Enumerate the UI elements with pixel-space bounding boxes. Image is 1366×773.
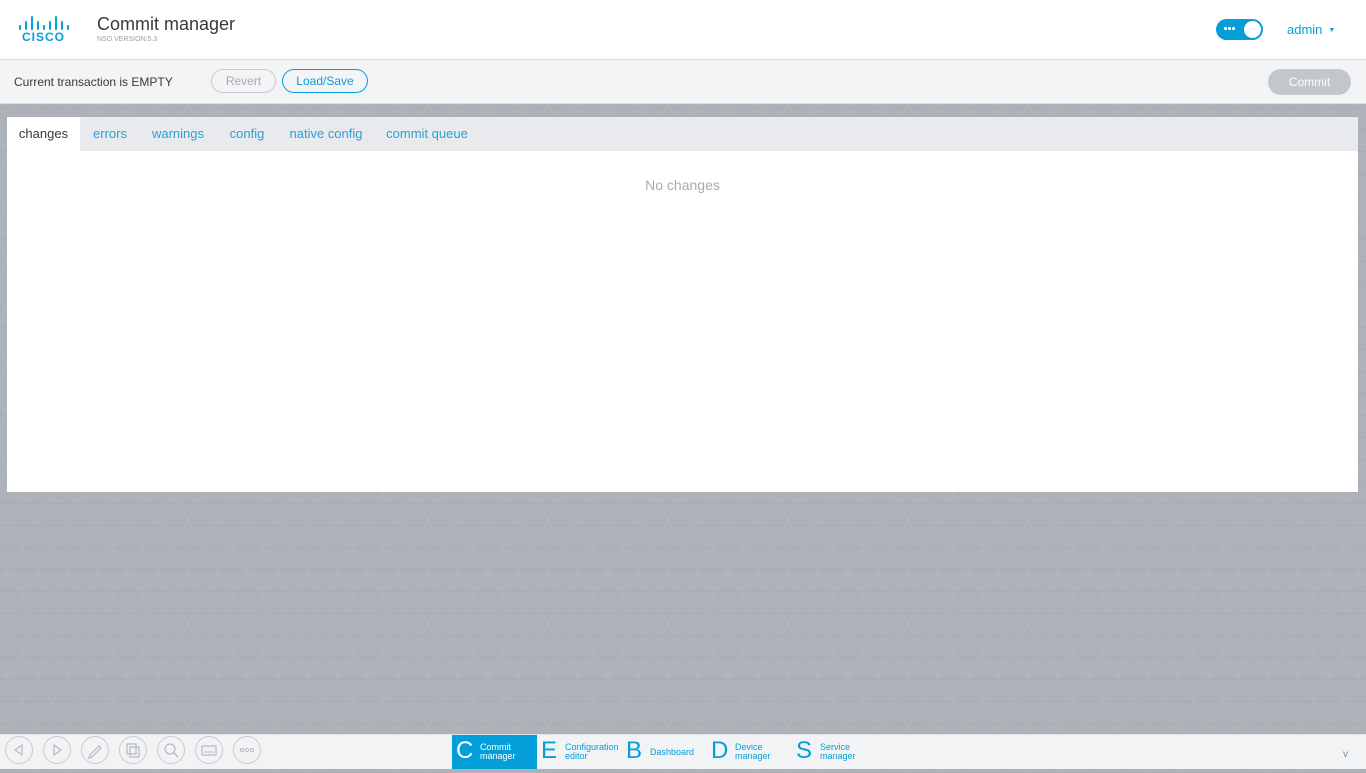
revert-button[interactable]: Revert (211, 69, 276, 93)
app-tab-service-manager[interactable]: S Service manager (792, 735, 878, 769)
bottom-bar: C Commit manager E Configuration editor B … (0, 734, 1366, 769)
toggle-knob (1244, 21, 1261, 38)
cisco-logo-text: CISCO (22, 30, 66, 44)
more-icon[interactable] (233, 736, 261, 764)
tab-changes[interactable]: changes (7, 117, 80, 151)
version-label: NSO VERSION:5.3 (97, 36, 158, 43)
app-letter: C (456, 737, 474, 764)
dots-icon (1224, 27, 1238, 31)
cisco-logo-bars (19, 14, 73, 30)
user-menu[interactable]: admin ▼ (1287, 22, 1335, 37)
app-label: Device manager (735, 742, 771, 761)
tab-config[interactable]: config (223, 117, 271, 151)
tab-warnings[interactable]: warnings (147, 117, 209, 151)
tab-bar: changes errors warnings config native co… (7, 117, 1358, 151)
app-letter: E (541, 737, 558, 764)
app-label: Commit manager (480, 742, 516, 761)
app-letter: D (711, 737, 729, 764)
app-letter: B (626, 737, 643, 764)
app-letter: S (796, 737, 813, 764)
back-icon[interactable] (5, 736, 33, 764)
forward-icon[interactable] (43, 736, 71, 764)
copy-icon[interactable] (119, 736, 147, 764)
transaction-toolbar: Current transaction is EMPTY Revert Load… (0, 60, 1366, 104)
page-title: Commit manager (97, 14, 236, 34)
app-header: CISCO Commit manager NSO VERSION:5.3 adm… (0, 0, 1366, 60)
caret-down-icon: ▼ (1328, 27, 1336, 34)
app-tab-device-manager[interactable]: D Device manager (707, 735, 792, 769)
tab-errors[interactable]: errors (87, 117, 133, 151)
app-tab-dashboard[interactable]: B Dashboard (622, 735, 707, 769)
transaction-status: Current transaction is EMPTY (14, 75, 173, 89)
view-toggle[interactable] (1216, 19, 1263, 40)
user-name: admin (1287, 22, 1323, 37)
tab-commit-queue[interactable]: commit queue (381, 117, 473, 151)
commit-button[interactable]: Commit (1268, 69, 1351, 95)
cisco-logo: CISCO (18, 14, 74, 46)
app-tab-configuration-editor[interactable]: E Configuration editor (537, 735, 622, 769)
app-tab-commit-manager[interactable]: C Commit manager (452, 735, 537, 769)
app-label: Service manager (820, 742, 856, 761)
search-icon[interactable] (157, 736, 185, 764)
keyboard-icon[interactable] (195, 736, 223, 764)
pencil-icon[interactable] (81, 736, 109, 764)
tab-native-config[interactable]: native config (285, 117, 367, 151)
app-label: Dashboard (650, 747, 695, 757)
load-save-button[interactable]: Load/Save (282, 69, 368, 93)
chevron-down-icon[interactable]: v (1343, 749, 1348, 760)
changes-panel: changes errors warnings config native co… (7, 117, 1358, 492)
app-label: Configuration editor (565, 742, 619, 761)
empty-state-message: No changes (645, 177, 720, 193)
